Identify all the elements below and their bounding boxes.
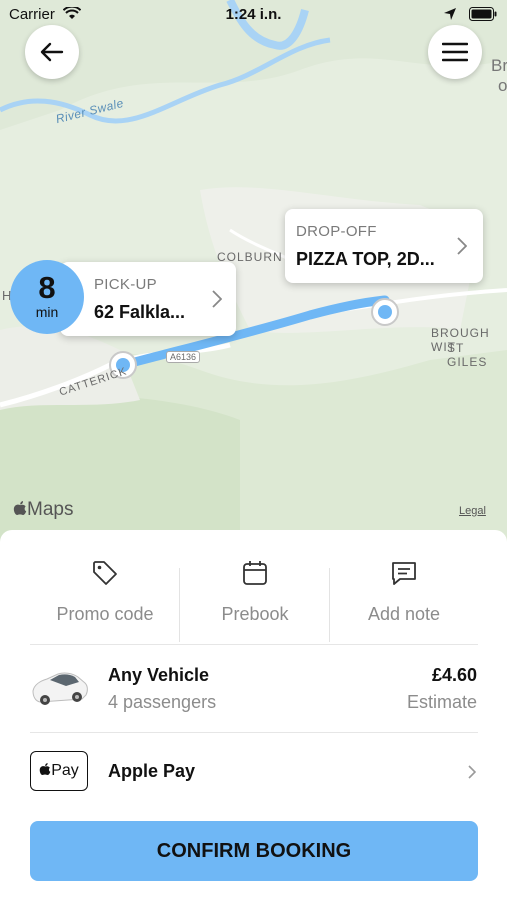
legal-link[interactable]: Legal (459, 505, 486, 517)
add-note-label: Add note (367, 604, 441, 624)
vehicle-row[interactable]: Any Vehicle 4 passengers £4.60 Estimate (0, 645, 507, 732)
quick-actions: Promo code Prebook Add note (30, 548, 478, 644)
status-time: 1:24 i.n. (225, 6, 282, 23)
tag-icon (93, 561, 117, 585)
payment-row[interactable]: Pay Apple Pay (0, 733, 507, 811)
promo-code-label: Promo code (56, 604, 154, 624)
st-giles-label: ST GILES (447, 341, 488, 369)
price-value: £4.60 (431, 665, 477, 685)
price-note: Estimate (406, 692, 477, 712)
chevron-right-icon (468, 765, 476, 779)
prebook-label: Prebook (221, 604, 289, 624)
status-right (443, 5, 497, 22)
status-bar: Carrier 1:24 i.n. (0, 0, 507, 28)
map-view[interactable]: River Swale COLBURN BROUGH WIT ST GILES … (0, 0, 507, 545)
note-icon (392, 562, 416, 585)
dropoff-card[interactable]: DROP-OFF PIZZA TOP, 2D... (285, 209, 483, 283)
edge-label-top-2: o (498, 76, 507, 95)
dropoff-label: DROP-OFF (296, 223, 377, 240)
maps-attribution: Maps (13, 499, 73, 521)
promo-code-button[interactable]: Promo code (30, 548, 180, 644)
back-button[interactable] (25, 25, 79, 79)
apple-pay-badge: Pay (30, 751, 88, 791)
edge-label-top: Br (491, 56, 507, 75)
apple-logo-icon (13, 501, 27, 515)
calendar-icon (243, 561, 267, 585)
prebook-button[interactable]: Prebook (180, 548, 330, 644)
payment-method: Apple Pay (108, 761, 196, 781)
chevron-right-icon (457, 237, 467, 255)
chevron-right-icon (212, 290, 222, 308)
road-sign-label: A6136 (166, 351, 201, 363)
apple-logo-icon (39, 763, 51, 775)
menu-button[interactable] (428, 25, 482, 79)
pickup-card[interactable]: PICK-UP 62 Falkla... (60, 262, 236, 336)
dropoff-address: PIZZA TOP, 2D... (296, 249, 435, 269)
eta-value: 8 (38, 270, 56, 305)
pickup-label: PICK-UP (94, 276, 157, 293)
pickup-address: 62 Falkla... (94, 302, 186, 322)
add-note-button[interactable]: Add note (329, 548, 479, 644)
eta-unit: min (35, 304, 59, 320)
eta-badge: 8 min (10, 260, 84, 334)
hamburger-icon (442, 42, 468, 62)
vehicle-passengers: 4 passengers (108, 692, 217, 712)
booking-sheet: Promo code Prebook Add note Any Vehicle … (0, 530, 507, 900)
vehicle-name: Any Vehicle (108, 665, 210, 685)
battery-icon (469, 7, 497, 22)
location-arrow-icon (443, 8, 456, 21)
car-icon (32, 672, 88, 705)
confirm-booking-button[interactable]: CONFIRM BOOKING (30, 821, 478, 881)
back-arrow-icon (40, 42, 64, 62)
